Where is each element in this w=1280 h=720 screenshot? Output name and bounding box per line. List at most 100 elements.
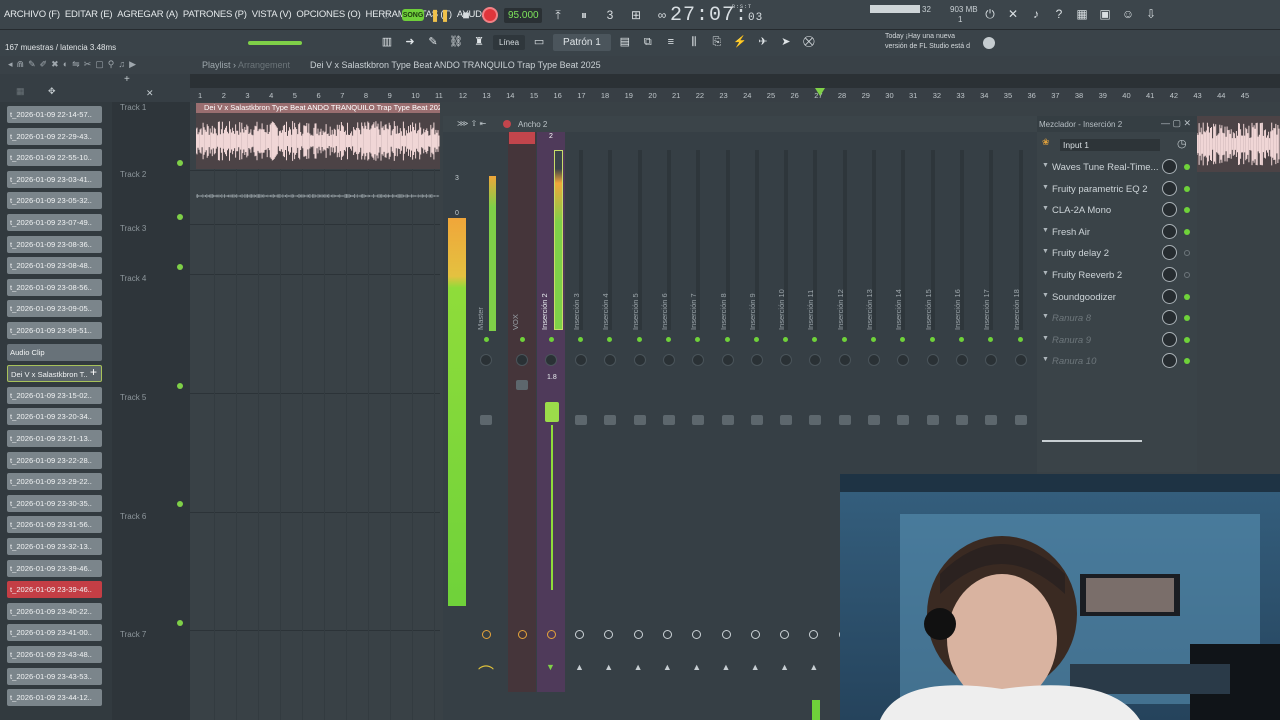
vox-fader[interactable] (516, 380, 528, 390)
route-ring[interactable] (518, 630, 527, 639)
mix-knob[interactable] (1162, 267, 1177, 282)
menu-item[interactable]: VISTA (V) (252, 9, 292, 20)
browser-clip-item[interactable]: t_2026-01-09 23-22-28.. (7, 451, 102, 469)
browser-clip-item[interactable]: t_2026-01-09 23-21-13.. (7, 430, 102, 447)
volume-fader[interactable] (721, 415, 734, 425)
browser-clip-item[interactable]: t_2026-01-09 23-03-41.. (7, 170, 102, 188)
route-ring[interactable] (662, 630, 672, 639)
mixer-nav-icon[interactable]: ⋙ ⇧ ⇤ (457, 119, 486, 128)
pause-button[interactable]: ❚❚ (430, 5, 450, 25)
effect-slot[interactable]: ▼ Fresh Air (1042, 222, 1192, 242)
track2-waveform[interactable] (196, 185, 440, 207)
track-name[interactable]: Track 3 (120, 224, 146, 233)
slot-menu-arrow-icon[interactable]: ▼ (1042, 356, 1049, 363)
insert-enable-dot[interactable] (724, 337, 730, 342)
clock-icon[interactable]: ◷ (1177, 137, 1187, 150)
metronome-icon[interactable]: ◌ (376, 5, 396, 25)
close-icon[interactable]: ✕ (146, 88, 154, 99)
browser-clip-item[interactable]: t_2026-01-09 23-09-05.. (7, 300, 102, 318)
volume-fader[interactable] (692, 415, 705, 425)
mic-icon[interactable]: ♪ (1028, 6, 1044, 22)
route-ring[interactable] (750, 630, 760, 639)
browser-clip-item[interactable]: t_2026-01-09 23-31-56.. (7, 516, 102, 534)
piano-roll-icon[interactable]: ≡ (662, 33, 680, 51)
master-fader[interactable] (480, 415, 492, 425)
help-icon[interactable]: ? (1051, 6, 1067, 22)
effect-slot[interactable]: ▼ Fruity delay 2 (1042, 243, 1192, 263)
slot-enable-dot[interactable] (1184, 250, 1190, 257)
volume-fader[interactable] (780, 415, 793, 425)
song-mode-toggle[interactable]: SONG (402, 9, 424, 21)
volume-fader[interactable] (575, 415, 587, 425)
browser-clip-item[interactable]: t_2026-01-09 23-15-02.. (7, 386, 102, 404)
slot-menu-arrow-icon[interactable]: ▼ (1042, 162, 1049, 169)
slice-icon[interactable]: ✂ (84, 59, 92, 70)
link-icon[interactable]: ⛓ (447, 33, 465, 51)
insert-enable-dot[interactable] (871, 337, 876, 342)
browser-clip-item[interactable]: t_2026-01-09 23-41-00.. (7, 624, 102, 642)
volume-fader[interactable] (985, 415, 998, 425)
effect-name[interactable]: CLA-2A Mono (1052, 205, 1111, 216)
track-name[interactable]: Track 2 (120, 170, 146, 179)
move-icon[interactable]: ✥ (48, 86, 56, 97)
pan-knob[interactable] (662, 354, 675, 366)
audio-waveform-right[interactable] (1197, 116, 1280, 172)
volume-fader[interactable] (604, 415, 617, 425)
send-arrow-icon[interactable]: ▲ (722, 662, 731, 672)
menu-item[interactable]: PATRONES (P) (183, 9, 247, 20)
arrow-icon[interactable]: ➜ (401, 33, 419, 51)
browser-clip-item[interactable]: t_2026-01-09 22-29-43.. (7, 127, 102, 145)
browser-clip-item[interactable]: t_2026-01-09 22-14-57.. (7, 106, 102, 123)
vox-strip[interactable] (508, 132, 536, 692)
browser-clip-item[interactable]: t_2026-01-09 23-20-34.. (7, 408, 102, 426)
menu-item[interactable]: ARCHIVO (F) (4, 9, 60, 20)
effect-name[interactable]: Fruity parametric EQ 2 (1052, 184, 1148, 195)
effect-slot[interactable]: ▼ Fruity Reeverb 2 (1042, 265, 1192, 285)
pattern-prev-icon[interactable]: ▭ (530, 33, 548, 51)
route-ring[interactable] (482, 630, 491, 639)
mix-knob[interactable] (1162, 288, 1177, 304)
mix-knob[interactable] (1162, 245, 1177, 261)
strip-enable-dot[interactable] (484, 337, 489, 342)
browser-clip-item[interactable]: t_2026-01-09 23-40-22.. (7, 602, 102, 620)
loop-record-icon[interactable]: ∞ (652, 5, 672, 25)
route-ring[interactable] (721, 630, 731, 639)
insert-enable-dot[interactable] (753, 337, 759, 342)
slot-menu-arrow-icon[interactable]: ▼ (1042, 270, 1049, 277)
add-track-icon[interactable]: + (124, 74, 130, 85)
send-arrow-icon[interactable]: ▲ (780, 662, 789, 672)
menu-item[interactable]: AGREGAR (A) (117, 9, 178, 20)
wait-icon[interactable]: ⏸ (574, 5, 594, 25)
browser-clip-item[interactable]: Dei V x Salastkbron T.. (7, 365, 102, 383)
select-icon[interactable]: ▢ (95, 59, 104, 70)
browser-clip-item[interactable]: t_2026-01-09 23-08-36.. (7, 235, 102, 253)
track-enable-dot[interactable] (177, 264, 183, 270)
stamp-icon[interactable]: ♜ (470, 33, 488, 51)
effect-name[interactable]: Soundgoodizer (1052, 292, 1116, 303)
browser-icon[interactable]: ▦ (1074, 6, 1090, 22)
arrow-left-icon[interactable]: ◂ (8, 59, 13, 70)
browser-clip-item[interactable]: t_2026-01-09 23-08-56.. (7, 278, 102, 296)
pan-knob[interactable] (480, 354, 492, 366)
browser-clip-item[interactable]: t_2026-01-09 23-32-13.. (7, 538, 102, 555)
touch-icon[interactable]: ➤ (777, 33, 795, 51)
insert-enable-dot[interactable] (929, 337, 935, 342)
browser-clip-item[interactable]: t_2026-01-09 23-39-46.. (7, 559, 102, 577)
slot-enable-dot[interactable] (1184, 228, 1190, 235)
pan-knob[interactable] (955, 354, 968, 366)
browser-clip-item[interactable]: t_2026-01-09 23-07-49.. (7, 214, 102, 231)
time-display[interactable]: 27:07:03 B:S:T (670, 4, 763, 27)
mute-icon[interactable]: ◐ (63, 59, 68, 70)
insert-enable-dot[interactable] (1017, 337, 1023, 342)
input-selector[interactable]: ❀ Input 1 ◷ (1042, 137, 1192, 151)
strip-enable-dot[interactable] (520, 337, 525, 342)
track-name[interactable]: Track 1 (120, 103, 146, 112)
slot-enable-dot[interactable] (1184, 315, 1190, 322)
browser-clip-item[interactable]: Audio Clip (7, 343, 102, 361)
browser-clip-item[interactable]: t_2026-01-09 23-44-12.. (7, 689, 102, 707)
slot-menu-arrow-icon[interactable]: ▼ (1042, 184, 1049, 191)
mixer-icon[interactable]: ⫼ (685, 33, 703, 51)
insert-enable-dot[interactable] (578, 337, 583, 342)
step-edit-icon[interactable]: ⊞ (626, 5, 646, 25)
close-icon[interactable]: — ▢ ✕ (1161, 118, 1191, 129)
